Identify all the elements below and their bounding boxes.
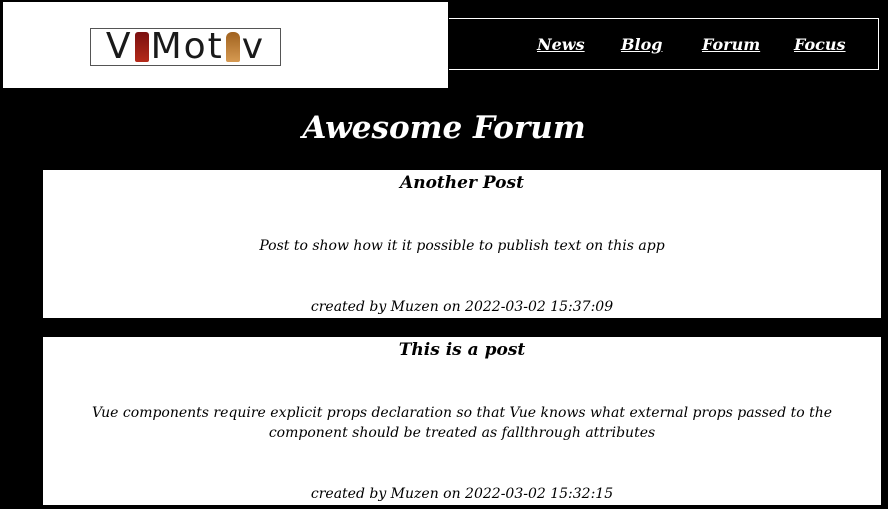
nav-link-focus[interactable]: Focus xyxy=(794,35,846,54)
post-meta: created by Muzen on 2022-03-02 15:37:09 xyxy=(310,299,614,315)
post-meta: created by Muzen on 2022-03-02 15:32:15 xyxy=(310,486,614,502)
logo-v: V xyxy=(105,26,133,67)
site-header: V Mot v News Blog Forum Focus xyxy=(0,0,888,90)
nav-link-forum[interactable]: Forum xyxy=(702,35,760,54)
nav-link-news[interactable]: News xyxy=(537,35,585,54)
logo-v2: v xyxy=(241,26,266,67)
nav-link-blog[interactable]: Blog xyxy=(621,35,662,54)
logo-mot: Mot xyxy=(150,26,224,67)
post-card: This is a post Vue components require ex… xyxy=(43,337,881,505)
post-title: This is a post xyxy=(398,340,526,360)
page-title: Awesome Forum xyxy=(302,110,586,146)
post-body: Vue components require explicit props de… xyxy=(91,405,833,441)
pawn-piece-icon xyxy=(225,32,240,62)
site-logo[interactable]: V Mot v xyxy=(90,28,281,66)
post-body: Post to show how it it possible to publi… xyxy=(259,238,665,254)
king-piece-icon xyxy=(134,32,149,62)
logo-area: V Mot v xyxy=(3,2,448,88)
post-card: Another Post Post to show how it it poss… xyxy=(43,170,881,318)
main-nav: News Blog Forum Focus xyxy=(449,18,879,70)
post-title: Another Post xyxy=(400,173,524,193)
